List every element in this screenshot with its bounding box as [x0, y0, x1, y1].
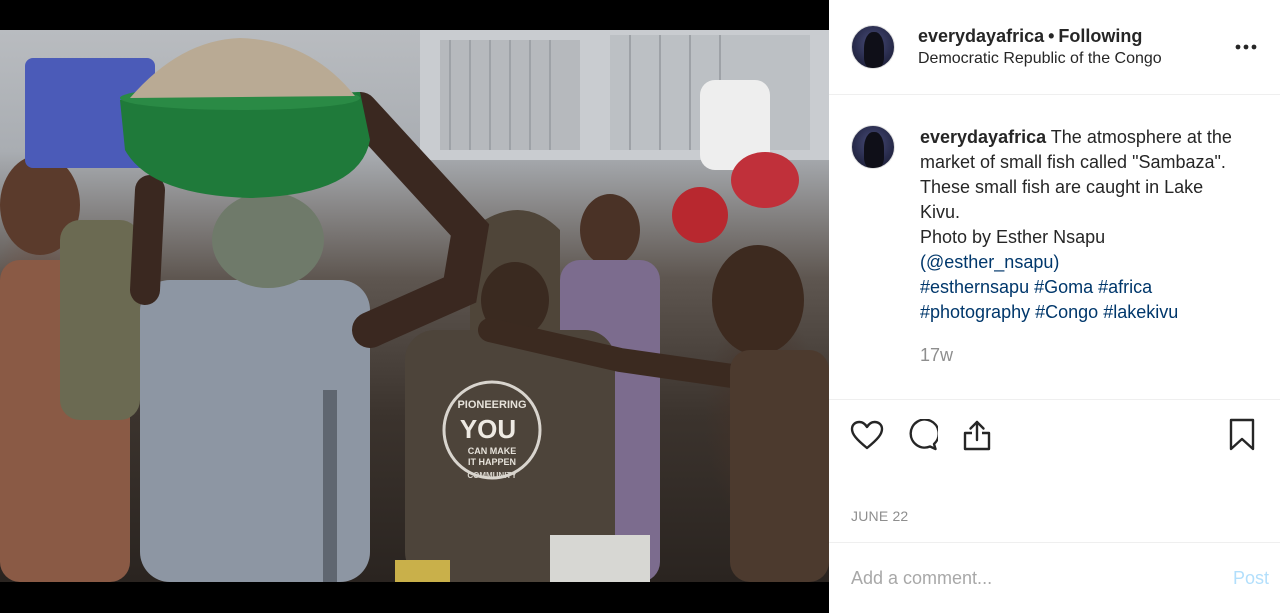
caption-avatar[interactable] [851, 125, 895, 169]
comments-section: everydayafrica The atmosphere at the mar… [829, 95, 1280, 400]
shirt-text-it-happen: IT HAPPEN [468, 457, 516, 467]
hashtag-link[interactable]: #esthernsapu [920, 277, 1029, 297]
photo-illustration: PIONEERING YOU CAN MAKE IT HAPPEN COMMUN… [0, 30, 829, 582]
comment-input[interactable] [851, 567, 1233, 589]
post-container: PIONEERING YOU CAN MAKE IT HAPPEN COMMUN… [0, 0, 1280, 613]
header-line: everydayafrica • Following [918, 25, 1234, 47]
hashtag-link[interactable]: #Congo [1035, 302, 1098, 322]
shirt-text-community: COMMUNITY [467, 471, 517, 480]
yellow-container [395, 560, 450, 582]
person-woman-head [580, 194, 640, 266]
hashtag-line-1: #esthernsapu #Goma #africa [920, 275, 1258, 300]
more-options-button[interactable] [1234, 35, 1258, 59]
post-comment-button[interactable]: Post [1233, 568, 1269, 589]
caption-text-3: These small fish are caught in Lake [920, 177, 1204, 197]
mention-link[interactable]: (@esther_nsapu) [920, 250, 1258, 275]
post-photo[interactable]: PIONEERING YOU CAN MAKE IT HAPPEN COMMUN… [0, 30, 829, 582]
caption-text-4: Kivu. [920, 202, 961, 222]
bookmark-icon [1229, 418, 1255, 451]
location-link[interactable]: Democratic Republic of the Congo [918, 49, 1234, 69]
caption-username[interactable]: everydayafrica [920, 127, 1046, 147]
caption: everydayafrica The atmosphere at the mar… [920, 125, 1258, 399]
more-horizontal-icon [1235, 44, 1257, 50]
caption-line-1: everydayafrica The atmosphere at the [920, 125, 1258, 150]
shirt-text-can-make: CAN MAKE [468, 446, 517, 456]
hashtag-line-2: #photography #Congo #lakekivu [920, 300, 1258, 325]
hashtag-link[interactable]: #africa [1098, 277, 1152, 297]
save-button[interactable] [1224, 417, 1260, 453]
comment-icon [909, 419, 938, 451]
header-username[interactable]: everydayafrica [918, 26, 1044, 46]
avatar[interactable] [851, 25, 895, 69]
follow-button[interactable]: Following [1058, 26, 1142, 46]
red-headscarf [672, 187, 728, 243]
red-cap [731, 152, 799, 208]
share-button[interactable] [959, 417, 995, 453]
carrier-knit-hat [212, 192, 324, 288]
add-comment-form: Post [829, 543, 1280, 613]
share-icon [963, 420, 991, 451]
right-man-head [712, 245, 804, 355]
caption-text-2: market of small fish called "Sambaza". [920, 152, 1226, 172]
carrier-left-arm [130, 175, 165, 305]
hashtag-link[interactable]: #Goma [1034, 277, 1093, 297]
post-media[interactable]: PIONEERING YOU CAN MAKE IT HAPPEN COMMUN… [0, 0, 829, 613]
shirt-text-you: YOU [460, 414, 516, 444]
post-date[interactable]: JUNE 22 [829, 470, 1280, 543]
header-separator: • [1048, 26, 1055, 46]
post-sidebar: everydayafrica • Following Democratic Repu… [829, 0, 1280, 613]
action-bar [829, 400, 1280, 470]
sambaza-fish-pile [130, 38, 355, 98]
post-header: everydayafrica • Following Democratic Repu… [829, 0, 1280, 95]
hashtag-link[interactable]: #lakekivu [1103, 302, 1178, 322]
comment-button[interactable] [904, 417, 940, 453]
shirt-text-top: PIONEERING [457, 399, 526, 411]
person-background-body [60, 220, 140, 420]
caption-text-1: The atmosphere at the [1050, 127, 1232, 147]
post-age[interactable]: 17w [920, 343, 1258, 368]
heart-icon [850, 420, 884, 450]
hashtag-link[interactable]: #photography [920, 302, 1030, 322]
right-man-shirt [730, 350, 829, 582]
caption-credit: Photo by Esther Nsapu [920, 227, 1106, 247]
like-button[interactable] [849, 417, 885, 453]
white-container [550, 535, 650, 582]
header-text: everydayafrica • Following Democratic Repu… [918, 25, 1234, 69]
